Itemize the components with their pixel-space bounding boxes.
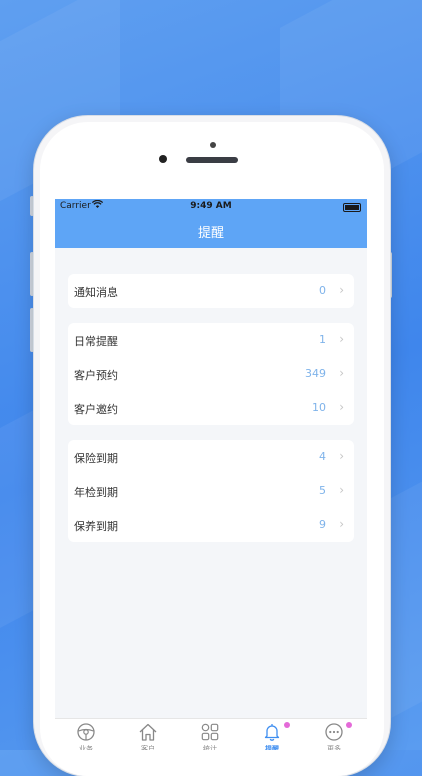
chevron-right-icon: ›	[339, 283, 344, 297]
list-item[interactable]: 客户邀约 10 ›	[68, 391, 354, 425]
tab-more[interactable]: 更多	[303, 719, 365, 750]
tab-label: 业务	[79, 745, 93, 750]
list-item[interactable]: 保险到期 4 ›	[68, 440, 354, 474]
chevron-right-icon: ›	[339, 517, 344, 531]
chevron-right-icon: ›	[339, 400, 344, 414]
list-item-count: 1	[319, 333, 326, 346]
tab-bar: 业务 客户 统计 提醒 更多	[55, 718, 367, 750]
reminder-group: 日常提醒 1 › 客户预约 349 › 客户邀约 10 ›	[68, 323, 354, 425]
list-item-count: 9	[319, 518, 326, 531]
phone-sensor	[210, 142, 216, 148]
chevron-right-icon: ›	[339, 332, 344, 346]
tab-label: 更多	[327, 745, 341, 750]
list-item-count: 349	[305, 367, 326, 380]
phone-speaker	[186, 157, 238, 163]
list-item-label: 年检到期	[74, 486, 118, 499]
list-item-label: 日常提醒	[74, 335, 118, 348]
list-item-label: 保养到期	[74, 520, 118, 533]
list-item[interactable]: 通知消息 0 ›	[68, 274, 354, 308]
list-item-count: 0	[319, 284, 326, 297]
page-title: 提醒	[197, 226, 224, 241]
list-item-count: 4	[319, 450, 326, 463]
list-item-label: 客户预约	[74, 369, 118, 382]
steering-wheel-icon	[77, 723, 95, 741]
list-item-label: 保险到期	[74, 452, 118, 465]
battery-icon	[343, 203, 361, 212]
home-icon	[139, 723, 157, 741]
nav-bar: 提醒	[55, 215, 367, 248]
grid-icon	[201, 723, 219, 741]
tab-label: 统计	[203, 745, 217, 750]
list-item[interactable]: 年检到期 5 ›	[68, 474, 354, 508]
list-item[interactable]: 客户预约 349 ›	[68, 357, 354, 391]
tab-customers[interactable]: 客户	[117, 719, 179, 750]
more-icon	[325, 723, 343, 741]
tab-statistics[interactable]: 统计	[179, 719, 241, 750]
list-item-count: 5	[319, 484, 326, 497]
app-screen: Carrier 9:49 AM 提醒 通知消息 0 › 日常提醒 1 › 客户预…	[55, 199, 367, 750]
phone-camera	[159, 155, 167, 163]
tab-business[interactable]: 业务	[55, 719, 117, 750]
chevron-right-icon: ›	[339, 483, 344, 497]
chevron-right-icon: ›	[339, 449, 344, 463]
tab-label: 提醒	[265, 745, 279, 750]
status-bar: Carrier 9:49 AM	[55, 199, 367, 215]
tab-label: 客户	[141, 745, 155, 750]
list-item[interactable]: 保养到期 9 ›	[68, 508, 354, 542]
chevron-right-icon: ›	[339, 366, 344, 380]
list-item-label: 客户邀约	[74, 403, 118, 416]
list-item-label: 通知消息	[74, 286, 118, 299]
expiry-group: 保险到期 4 › 年检到期 5 › 保养到期 9 ›	[68, 440, 354, 542]
list-item[interactable]: 日常提醒 1 ›	[68, 323, 354, 357]
bell-icon	[264, 724, 280, 741]
list-item-count: 10	[312, 401, 326, 414]
status-time: 9:49 AM	[190, 201, 232, 211]
tab-reminders[interactable]: 提醒	[241, 719, 303, 750]
notification-group: 通知消息 0 ›	[68, 274, 354, 308]
notification-badge	[284, 722, 290, 728]
notification-badge	[346, 722, 352, 728]
